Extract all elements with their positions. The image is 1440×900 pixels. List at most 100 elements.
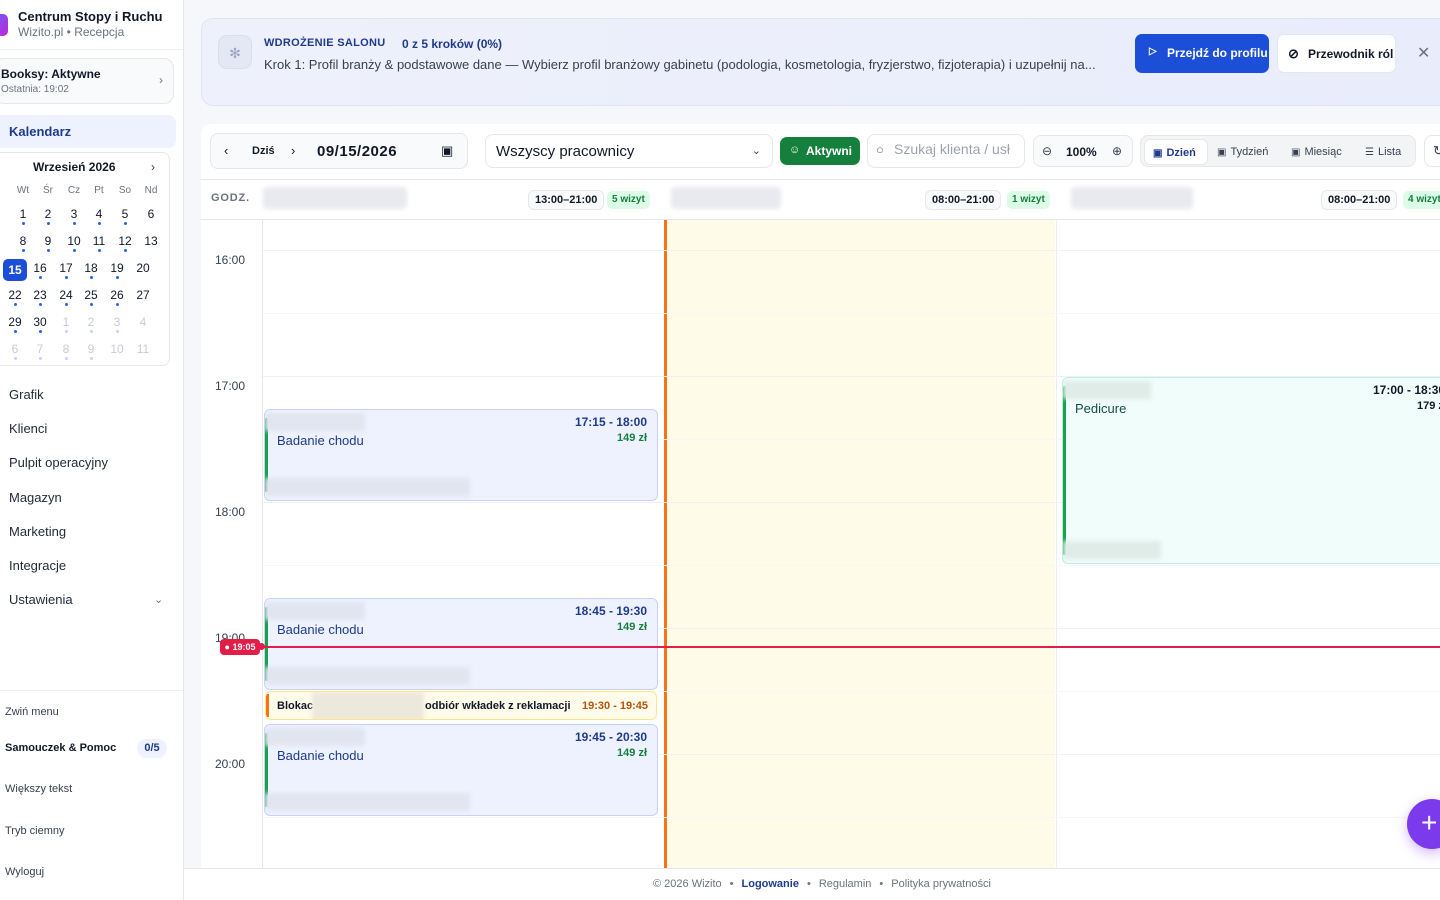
calendar-day[interactable]: 8	[11, 234, 35, 252]
staff-name-redacted[interactable]	[1071, 187, 1193, 209]
appointment-service: Badanie chodu	[277, 433, 364, 448]
column-separator	[1056, 220, 1057, 868]
chevron-down-icon[interactable]: ⌄	[154, 593, 163, 606]
tutorial-help-button[interactable]: Samouczek & Pomoc	[5, 742, 116, 754]
calendar-day[interactable]: 27	[131, 288, 155, 302]
tab-month[interactable]: ▣ Miesiąc	[1283, 139, 1355, 165]
role-guide-button[interactable]: ⊘ Przewodnik ról	[1277, 34, 1396, 73]
sidebar-item-calendar[interactable]: Kalendarz	[0, 115, 176, 148]
calendar-day[interactable]: 20	[131, 261, 155, 275]
calendar-day[interactable]: 25	[79, 288, 103, 306]
calendar-day[interactable]: 4	[131, 315, 155, 329]
tab-week[interactable]: ▣ Tydzień	[1209, 139, 1281, 165]
privacy-link[interactable]: Polityka prywatności	[891, 878, 991, 890]
sidebar-item-pulpit[interactable]: Pulpit operacyjny	[9, 455, 108, 470]
chevron-right-icon[interactable]: ›	[151, 160, 155, 174]
calendar-day[interactable]: 29	[3, 315, 27, 333]
calendar-day[interactable]: 2	[79, 315, 103, 333]
staff-name-redacted[interactable]	[671, 187, 781, 209]
current-time-badge: ● 19:05	[220, 639, 260, 655]
calendar-day[interactable]: 9	[79, 342, 103, 360]
calendar-day[interactable]: 23	[28, 288, 52, 306]
column-status-bar	[664, 220, 667, 868]
current-time-line	[261, 646, 1440, 648]
brand-subtitle: Wizito.pl • Recepcja	[18, 25, 125, 39]
zoom-control: ⊖ 100% ⊕	[1033, 135, 1133, 167]
compass-icon: ⊘	[1288, 46, 1299, 61]
booksy-status-card[interactable]: Booksy: Aktywne Ostatnia: 19:02 ›	[0, 58, 174, 104]
button-label: Przejdź do profilu	[1167, 46, 1268, 60]
date-navigator: ‹ Dziś › 09/15/2026 ▣	[210, 133, 468, 169]
today-button[interactable]: Dziś	[252, 145, 275, 157]
calendar-day[interactable]: 12	[113, 234, 137, 252]
appointment-note-redacted	[265, 478, 470, 496]
calendar-day[interactable]: 26	[105, 288, 129, 306]
tab-label: Lista	[1377, 146, 1402, 158]
calendar-day[interactable]: 2	[36, 207, 60, 225]
calendar-day[interactable]: 5	[113, 207, 137, 225]
zoom-in-icon[interactable]: ⊕	[1112, 144, 1122, 158]
calendar-day[interactable]: 22	[3, 288, 27, 306]
dark-mode-toggle[interactable]: Tryb ciemny	[5, 825, 65, 837]
sidebar-item-grafik[interactable]: Grafik	[9, 387, 44, 402]
calendar-day[interactable]: 10	[62, 234, 86, 252]
calendar-day[interactable]: 18	[79, 261, 103, 279]
hour-label: 18:00	[215, 505, 246, 519]
collapse-menu-button[interactable]: Zwiń menu	[5, 706, 59, 718]
staff-select[interactable]: Wszyscy pracownicy ⌄	[485, 134, 773, 168]
calendar-day[interactable]: 3	[105, 315, 129, 333]
sidebar-item-integracje[interactable]: Integracje	[9, 558, 66, 573]
time-block[interactable]: Blokac odbiór wkładek z reklamacji 19:30…	[265, 691, 657, 720]
calendar-day[interactable]: 16	[28, 261, 52, 279]
sidebar-item-magazyn[interactable]: Magazyn	[9, 490, 62, 505]
tab-day[interactable]: ▣ Dzień	[1144, 139, 1208, 165]
date-input[interactable]: 09/15/2026	[317, 143, 397, 160]
refresh-icon[interactable]: ↻	[1424, 135, 1440, 167]
appointment-time: 19:45 - 20:30	[574, 730, 647, 744]
logo-icon	[0, 14, 8, 36]
active-staff-toggle[interactable]: ☺ Aktywni	[780, 137, 860, 165]
calendar-day[interactable]: 10	[105, 342, 129, 356]
calendar-day[interactable]: 11	[87, 234, 111, 252]
calendar-day[interactable]: 6	[3, 342, 27, 360]
calendar-day[interactable]: 9	[36, 234, 60, 252]
logout-button[interactable]: Wyloguj	[5, 866, 44, 878]
appointment-card[interactable]: Badanie chodu 19:45 - 20:30 149 zł	[264, 724, 658, 816]
calendar-day[interactable]: 4	[87, 207, 111, 225]
calendar-day[interactable]: 1	[54, 315, 78, 333]
search-input[interactable]	[894, 141, 1024, 157]
brand[interactable]: Centrum Stopy i Ruchu Wizito.pl • Recepc…	[0, 6, 183, 48]
calendar-day[interactable]: 1	[11, 207, 35, 225]
block-detail-redacted	[312, 692, 424, 719]
go-to-profile-button[interactable]: ▷ Przejdź do profilu	[1135, 34, 1269, 73]
staff-name-redacted[interactable]	[263, 187, 407, 209]
appointment-note-redacted	[1063, 541, 1161, 559]
appointment-card[interactable]: Badanie chodu 17:15 - 18:00 149 zł	[264, 409, 658, 501]
calendar-day[interactable]: 13	[139, 234, 163, 248]
sparkle-icon: ✻	[218, 35, 252, 69]
sidebar-item-marketing[interactable]: Marketing	[9, 524, 66, 539]
bigger-text-toggle[interactable]: Większy tekst	[5, 783, 72, 795]
close-icon[interactable]: ✕	[1417, 43, 1430, 63]
calendar-day[interactable]: 8	[54, 342, 78, 360]
calendar-day[interactable]: 6	[139, 207, 163, 221]
calendar-day-today[interactable]: 15	[3, 259, 27, 281]
calendar-day[interactable]: 11	[131, 342, 155, 356]
calendar-day[interactable]: 3	[62, 207, 86, 225]
chevron-right-icon[interactable]: ›	[291, 143, 295, 158]
zoom-out-icon[interactable]: ⊖	[1042, 144, 1052, 158]
sidebar-item-ustawienia[interactable]: Ustawienia	[9, 592, 73, 607]
sidebar-item-klienci[interactable]: Klienci	[9, 421, 47, 436]
calendar-day[interactable]: 30	[28, 315, 52, 333]
calendar-day[interactable]: 17	[54, 261, 78, 279]
appointment-card[interactable]: Badanie chodu 18:45 - 19:30 149 zł	[264, 598, 658, 690]
calendar-day[interactable]: 24	[54, 288, 78, 306]
appointment-card[interactable]: Pedicure 17:00 - 18:30 179 zł	[1062, 377, 1440, 564]
calendar-icon[interactable]: ▣	[441, 143, 453, 159]
calendar-day[interactable]: 7	[28, 342, 52, 360]
chevron-left-icon[interactable]: ‹	[224, 143, 228, 158]
tab-list[interactable]: ☰ Lista	[1357, 139, 1415, 165]
calendar-day[interactable]: 19	[105, 261, 129, 279]
terms-link[interactable]: Regulamin	[819, 878, 872, 890]
login-link[interactable]: Logowanie	[742, 878, 799, 890]
